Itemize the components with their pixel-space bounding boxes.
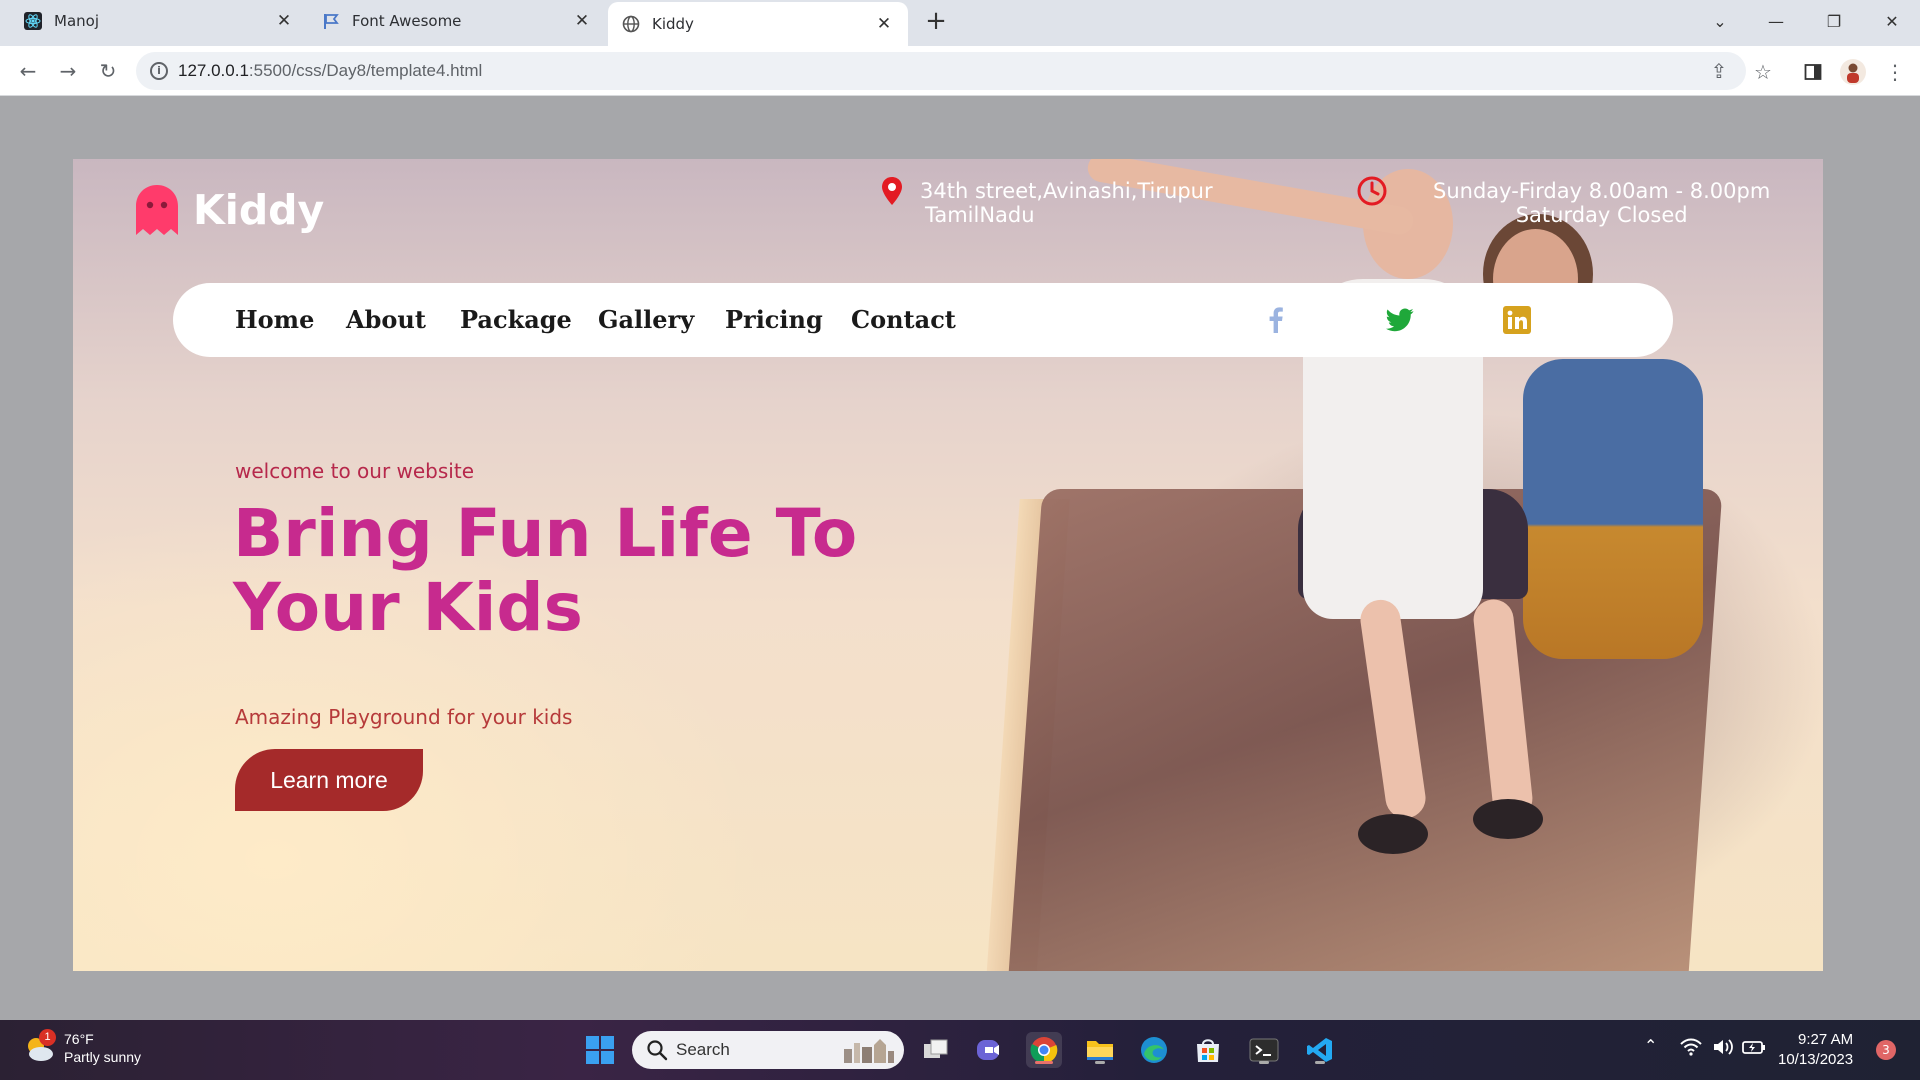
volume-icon[interactable] xyxy=(1712,1038,1734,1060)
twitter-icon[interactable] xyxy=(1385,305,1415,335)
microsoft-store-icon[interactable] xyxy=(1190,1032,1226,1068)
address-line1: 34th street,Avinashi,Tirupur xyxy=(920,179,1213,203)
clock-time: 9:27 AM xyxy=(1798,1031,1854,1048)
clock-date: 10/13/2023 xyxy=(1778,1051,1854,1068)
hero-headline: Bring Fun Life To Your Kids xyxy=(233,497,933,645)
weather-badge: 1 xyxy=(39,1029,56,1046)
globe-icon xyxy=(622,15,640,33)
new-tab-button[interactable]: + xyxy=(922,8,950,36)
menu-dots-icon[interactable]: ⋮ xyxy=(1882,59,1908,85)
weather-widget[interactable]: 1 76°F Partly sunny xyxy=(22,1029,141,1066)
open-indicator xyxy=(1259,1061,1269,1064)
backpack-illustration xyxy=(1523,359,1703,659)
terminal-icon[interactable] xyxy=(1246,1032,1282,1068)
close-tab-icon[interactable]: ✕ xyxy=(874,14,894,34)
close-tab-icon[interactable]: ✕ xyxy=(274,11,294,31)
profile-avatar[interactable] xyxy=(1840,59,1866,85)
windows-start-icon[interactable] xyxy=(586,1036,614,1064)
search-label: Search xyxy=(676,1040,730,1059)
tab-manoj[interactable]: Manoj ✕ xyxy=(10,0,308,42)
nav-gallery[interactable]: Gallery xyxy=(598,305,694,334)
bookmark-star-icon[interactable]: ☆ xyxy=(1750,59,1776,85)
active-indicator xyxy=(1035,1061,1053,1064)
side-panel-icon[interactable] xyxy=(1800,59,1826,85)
edge-browser-icon[interactable] xyxy=(1136,1032,1172,1068)
weather-temp: 76°F xyxy=(64,1031,94,1047)
flag-icon xyxy=(322,12,340,30)
minimize-icon[interactable]: — xyxy=(1756,6,1796,36)
teams-chat-icon[interactable] xyxy=(972,1032,1008,1068)
hours-block: Sunday-Firday 8.00am - 8.00pm Saturday C… xyxy=(1433,179,1770,227)
main-nav: Home About Package Gallery Pricing Conta… xyxy=(173,283,1673,357)
tab-title: Kiddy xyxy=(652,15,694,33)
hero-tagline: Amazing Playground for your kids xyxy=(235,705,573,729)
address-block: 34th street,Avinashi,Tirupur TamilNadu xyxy=(920,179,1213,227)
url-input[interactable]: i 127.0.0.1:5500/css/Day8/template4.html… xyxy=(136,52,1746,90)
react-icon xyxy=(24,12,42,30)
hours-line2: Saturday Closed xyxy=(1515,203,1688,227)
taskbar-search[interactable]: Search xyxy=(632,1031,904,1069)
wifi-icon[interactable] xyxy=(1680,1038,1702,1060)
file-explorer-icon[interactable] xyxy=(1082,1032,1118,1068)
battery-icon[interactable] xyxy=(1742,1038,1766,1060)
headline-line2: Your Kids xyxy=(233,569,583,646)
tab-kiddy[interactable]: Kiddy ✕ xyxy=(608,2,908,46)
windows-taskbar: 1 76°F Partly sunny Search ⌃ 9:27 AM 10/… xyxy=(0,1020,1920,1080)
chrome-app-icon[interactable] xyxy=(1026,1032,1062,1068)
search-icon xyxy=(647,1040,668,1061)
weather-text: 76°F Partly sunny xyxy=(64,1030,141,1066)
browser-tab-bar: Manoj ✕ Font Awesome ✕ Kiddy ✕ + ⌄ — ❐ ✕ xyxy=(0,0,1920,46)
reload-icon[interactable]: ↻ xyxy=(94,57,122,85)
share-icon[interactable]: ⇪ xyxy=(1706,58,1732,84)
learn-more-button[interactable]: Learn more xyxy=(235,749,423,811)
open-indicator xyxy=(1095,1061,1105,1064)
search-highlight-icon xyxy=(844,1039,894,1063)
nav-package[interactable]: Package xyxy=(460,305,572,334)
ghost-logo-icon xyxy=(136,185,178,235)
restore-icon[interactable]: ❐ xyxy=(1814,6,1854,36)
kid-illustration xyxy=(1473,799,1543,839)
tab-search-chevron-icon[interactable]: ⌄ xyxy=(1700,6,1740,36)
hours-line1: Sunday-Firday 8.00am - 8.00pm xyxy=(1433,179,1771,203)
nav-about[interactable]: About xyxy=(346,305,426,334)
location-pin-icon xyxy=(882,177,902,205)
back-arrow-icon[interactable]: ← xyxy=(14,57,42,85)
notification-badge[interactable]: 3 xyxy=(1876,1040,1896,1060)
facebook-icon[interactable] xyxy=(1261,305,1291,335)
nav-contact[interactable]: Contact xyxy=(851,305,956,334)
open-indicator xyxy=(1315,1061,1325,1064)
tab-font-awesome[interactable]: Font Awesome ✕ xyxy=(308,0,606,42)
vscode-icon[interactable] xyxy=(1302,1032,1338,1068)
show-hidden-icons-chevron-icon[interactable]: ⌃ xyxy=(1644,1036,1657,1055)
url-path: :5500/css/Day8/template4.html xyxy=(248,61,483,80)
system-clock[interactable]: 9:27 AM 10/13/2023 xyxy=(1778,1030,1853,1070)
clock-icon xyxy=(1357,176,1387,206)
tab-title: Manoj xyxy=(54,12,99,30)
close-tab-icon[interactable]: ✕ xyxy=(572,11,592,31)
close-window-icon[interactable]: ✕ xyxy=(1872,6,1912,36)
address-line2: TamilNadu xyxy=(925,203,1035,227)
nav-pricing[interactable]: Pricing xyxy=(725,305,823,334)
linkedin-icon[interactable] xyxy=(1502,305,1532,335)
tab-title: Font Awesome xyxy=(352,12,462,30)
partly-sunny-icon: 1 xyxy=(22,1029,56,1063)
url-host: 127.0.0.1 xyxy=(178,61,249,80)
url-text: 127.0.0.1:5500/css/Day8/template4.html xyxy=(178,61,482,81)
hero-section: Kiddy 34th street,Avinashi,Tirupur Tamil… xyxy=(73,159,1823,971)
logo-text: Kiddy xyxy=(193,186,325,234)
task-view-icon[interactable] xyxy=(918,1032,954,1068)
welcome-text: welcome to our website xyxy=(235,459,475,483)
kid-illustration xyxy=(1358,814,1428,854)
address-bar: ← → ↻ i 127.0.0.1:5500/css/Day8/template… xyxy=(0,46,1920,96)
site-info-icon[interactable]: i xyxy=(150,62,168,80)
nav-home[interactable]: Home xyxy=(235,305,314,334)
weather-desc: Partly sunny xyxy=(64,1049,142,1065)
forward-arrow-icon[interactable]: → xyxy=(54,57,82,85)
site-logo[interactable]: Kiddy xyxy=(133,183,324,237)
headline-line1: Bring Fun Life To xyxy=(233,495,858,572)
